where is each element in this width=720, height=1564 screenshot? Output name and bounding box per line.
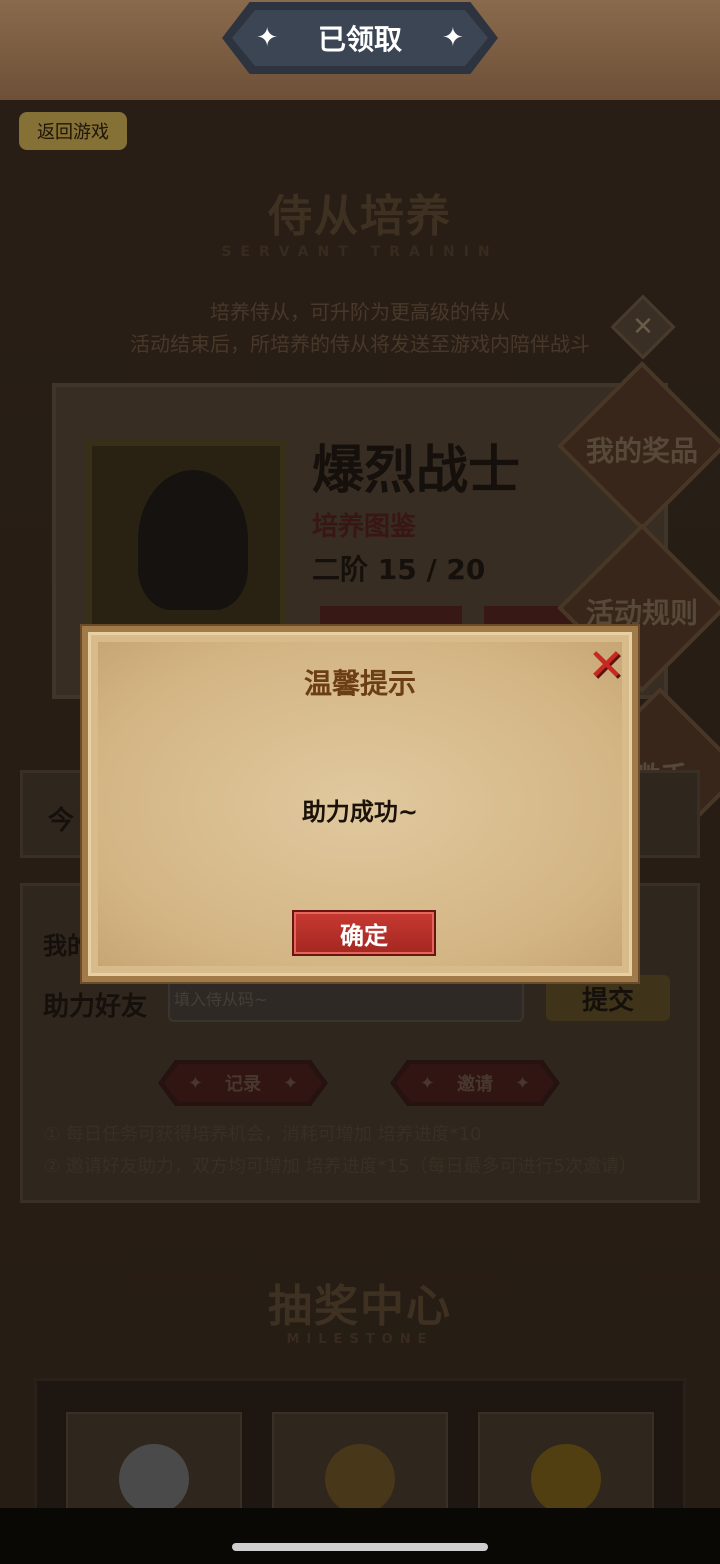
banner-label: 已领取: [317, 23, 402, 56]
home-indicator[interactable]: [232, 1543, 488, 1551]
star-icon: ✦: [256, 23, 278, 53]
confirm-button[interactable]: 确定: [292, 910, 436, 956]
system-nav-bar: [0, 1508, 720, 1564]
dialog-message: 助力成功~: [301, 798, 419, 826]
tip-dialog: 温馨提示 ✕ 助力成功~ 确定: [82, 626, 638, 982]
close-icon[interactable]: ✕: [584, 644, 628, 688]
dialog-title: 温馨提示: [303, 667, 416, 700]
claimed-banner[interactable]: ✦ 已领取 ✦: [222, 2, 498, 74]
star-icon: ✦: [442, 23, 464, 53]
